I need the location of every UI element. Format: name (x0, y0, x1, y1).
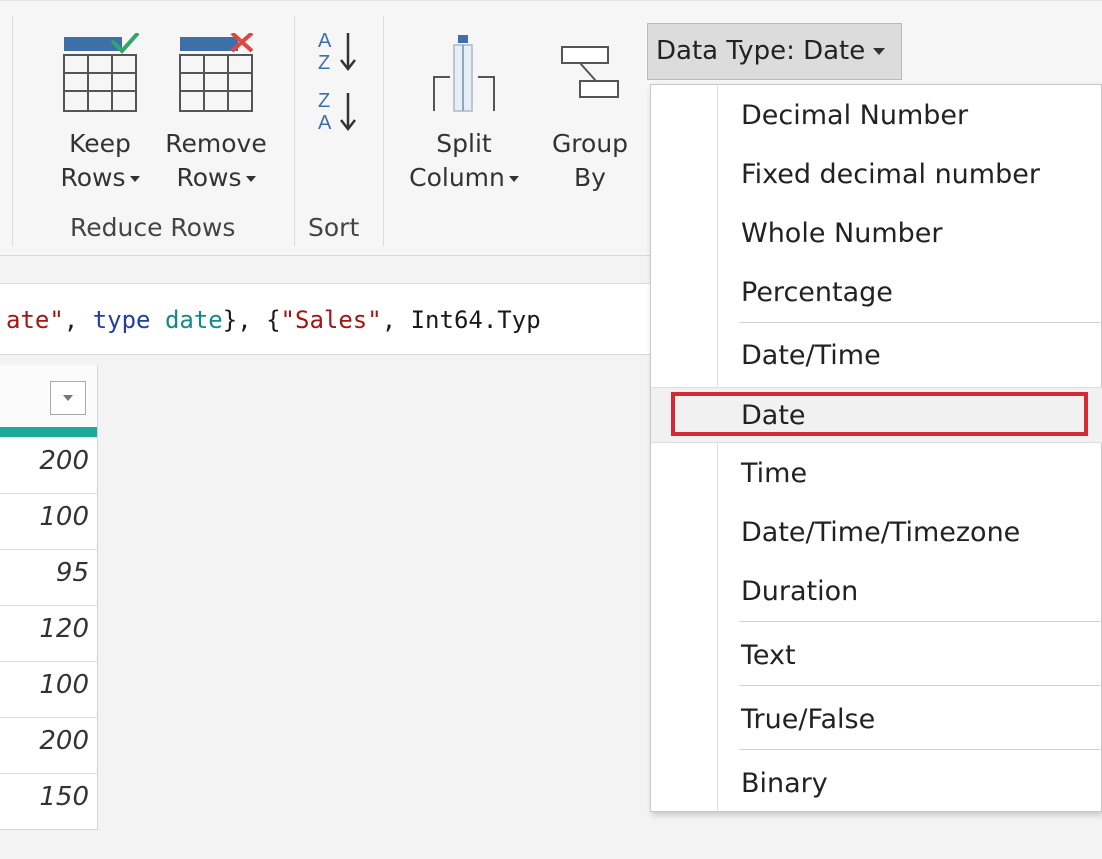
chevron-down-icon (129, 176, 140, 182)
menu-item-decimal-number[interactable]: Decimal Number (651, 88, 1102, 144)
formula-token: ate" (6, 306, 64, 334)
table-row[interactable]: 150 (0, 773, 97, 829)
column-filter-button[interactable] (50, 381, 86, 415)
cell-value: 100 (39, 502, 89, 532)
formula-bar[interactable]: ate", type date}, {"Sales", Int64.Typ (0, 283, 660, 355)
menu-item-date[interactable]: Date (651, 387, 1102, 443)
formula-token: }, { (222, 306, 281, 334)
table-row[interactable]: 100 (0, 661, 97, 717)
table-row[interactable]: 100 (0, 493, 97, 549)
cell-value: 150 (39, 782, 89, 812)
group-by-button[interactable]: Group By (540, 33, 640, 195)
table-row[interactable]: 120 (0, 605, 97, 661)
menu-item-date-time-timezone[interactable]: Date/Time/Timezone (651, 505, 1102, 561)
group-by-label-1: Group (551, 129, 629, 158)
menu-item-label: Date/Time/Timezone (741, 517, 1021, 548)
menu-item-label: Date/Time (741, 340, 881, 371)
menu-item-label: Binary (741, 768, 828, 799)
menu-item-text[interactable]: Text (651, 628, 1102, 684)
menu-separator (739, 322, 1102, 323)
group-by-label-2: By (574, 163, 606, 192)
cell-value: 200 (39, 726, 89, 756)
menu-item-label: Duration (741, 576, 859, 607)
keep-rows-button[interactable]: Keep Rows (48, 33, 152, 195)
formula-token: type (92, 306, 151, 334)
keep-rows-label-1: Keep (69, 129, 131, 158)
menu-item-true-false[interactable]: True/False (651, 692, 1102, 748)
column-header (0, 365, 97, 427)
remove-rows-label-1: Remove (165, 129, 267, 158)
svg-text:A: A (318, 112, 332, 134)
selection-highlight-box (671, 392, 1088, 436)
remove-rows-label-2: Rows (160, 161, 272, 195)
cell-value: 95 (55, 558, 89, 588)
remove-rows-button[interactable]: Remove Rows (160, 33, 272, 195)
menu-item-binary[interactable]: Binary (651, 756, 1102, 812)
menu-item-label: Text (741, 640, 796, 671)
cell-value: 200 (39, 446, 89, 476)
cell-value: 100 (39, 670, 89, 700)
formula-token (151, 306, 165, 334)
menu-item-label: True/False (741, 704, 876, 735)
chevron-down-icon (245, 176, 256, 182)
menu-item-date-time[interactable]: Date/Time (651, 328, 1102, 384)
data-grid: 200 100 95 120 100 200 150 (0, 365, 98, 830)
svg-text:A: A (318, 30, 332, 52)
data-type-dropdown-button[interactable]: Data Type: Date (647, 23, 902, 80)
chevron-down-icon (873, 48, 886, 55)
cell-value: 120 (39, 614, 89, 644)
menu-item-label: Percentage (741, 277, 893, 308)
svg-text:Z: Z (318, 52, 330, 74)
chevron-down-icon (508, 176, 519, 182)
group-separator (294, 16, 295, 246)
menu-item-duration[interactable]: Duration (651, 564, 1102, 620)
sort-ascending-icon: A Z (318, 30, 356, 74)
menu-item-label: Fixed decimal number (741, 159, 1040, 190)
table-row[interactable]: 95 (0, 549, 97, 605)
table-row[interactable]: 200 (0, 717, 97, 773)
menu-item-whole-number[interactable]: Whole Number (651, 206, 1102, 262)
menu-separator (739, 621, 1102, 622)
menu-item-percentage[interactable]: Percentage (651, 265, 1102, 321)
group-by-icon (561, 46, 619, 98)
menu-item-label: Time (741, 458, 808, 489)
menu-separator (739, 749, 1102, 750)
sort-ascending-button[interactable]: A Z (316, 27, 366, 75)
menu-item-label: Date (741, 400, 806, 431)
sort-descending-button[interactable]: Z A (316, 87, 366, 135)
formula-token: date (164, 306, 223, 334)
menu-item-time[interactable]: Time (651, 446, 1102, 502)
reduce-rows-group-label: Reduce Rows (70, 213, 236, 242)
table-row[interactable]: 200 (0, 437, 97, 493)
menu-separator (739, 685, 1102, 686)
split-column-button[interactable]: Split Column (394, 33, 534, 195)
data-type-menu: Decimal Number Fixed decimal number Whole … (650, 84, 1102, 812)
menu-item-fixed-decimal-number[interactable]: Fixed decimal number (651, 147, 1102, 203)
remove-rows-icon (179, 33, 254, 112)
sort-descending-icon: Z A (318, 90, 356, 134)
data-type-button-label: Data Type: Date (656, 36, 866, 66)
chevron-down-icon (63, 395, 73, 401)
menu-item-label: Decimal Number (741, 100, 969, 131)
split-column-icon (433, 35, 495, 112)
formula-token: , Int64.Typ (381, 306, 541, 334)
split-column-label-1: Split (436, 129, 492, 158)
menu-item-label: Whole Number (741, 218, 943, 249)
group-separator (383, 16, 384, 246)
keep-rows-icon (63, 33, 140, 112)
ribbon-left-edge (0, 16, 13, 246)
split-column-label-2: Column (394, 161, 534, 195)
svg-text:Z: Z (318, 90, 330, 112)
formula-token: "Sales" (280, 306, 382, 334)
formula-token: , (63, 306, 93, 334)
column-quality-bar (0, 427, 97, 437)
sort-group-label: Sort (308, 213, 360, 242)
keep-rows-label-2: Rows (48, 161, 152, 195)
